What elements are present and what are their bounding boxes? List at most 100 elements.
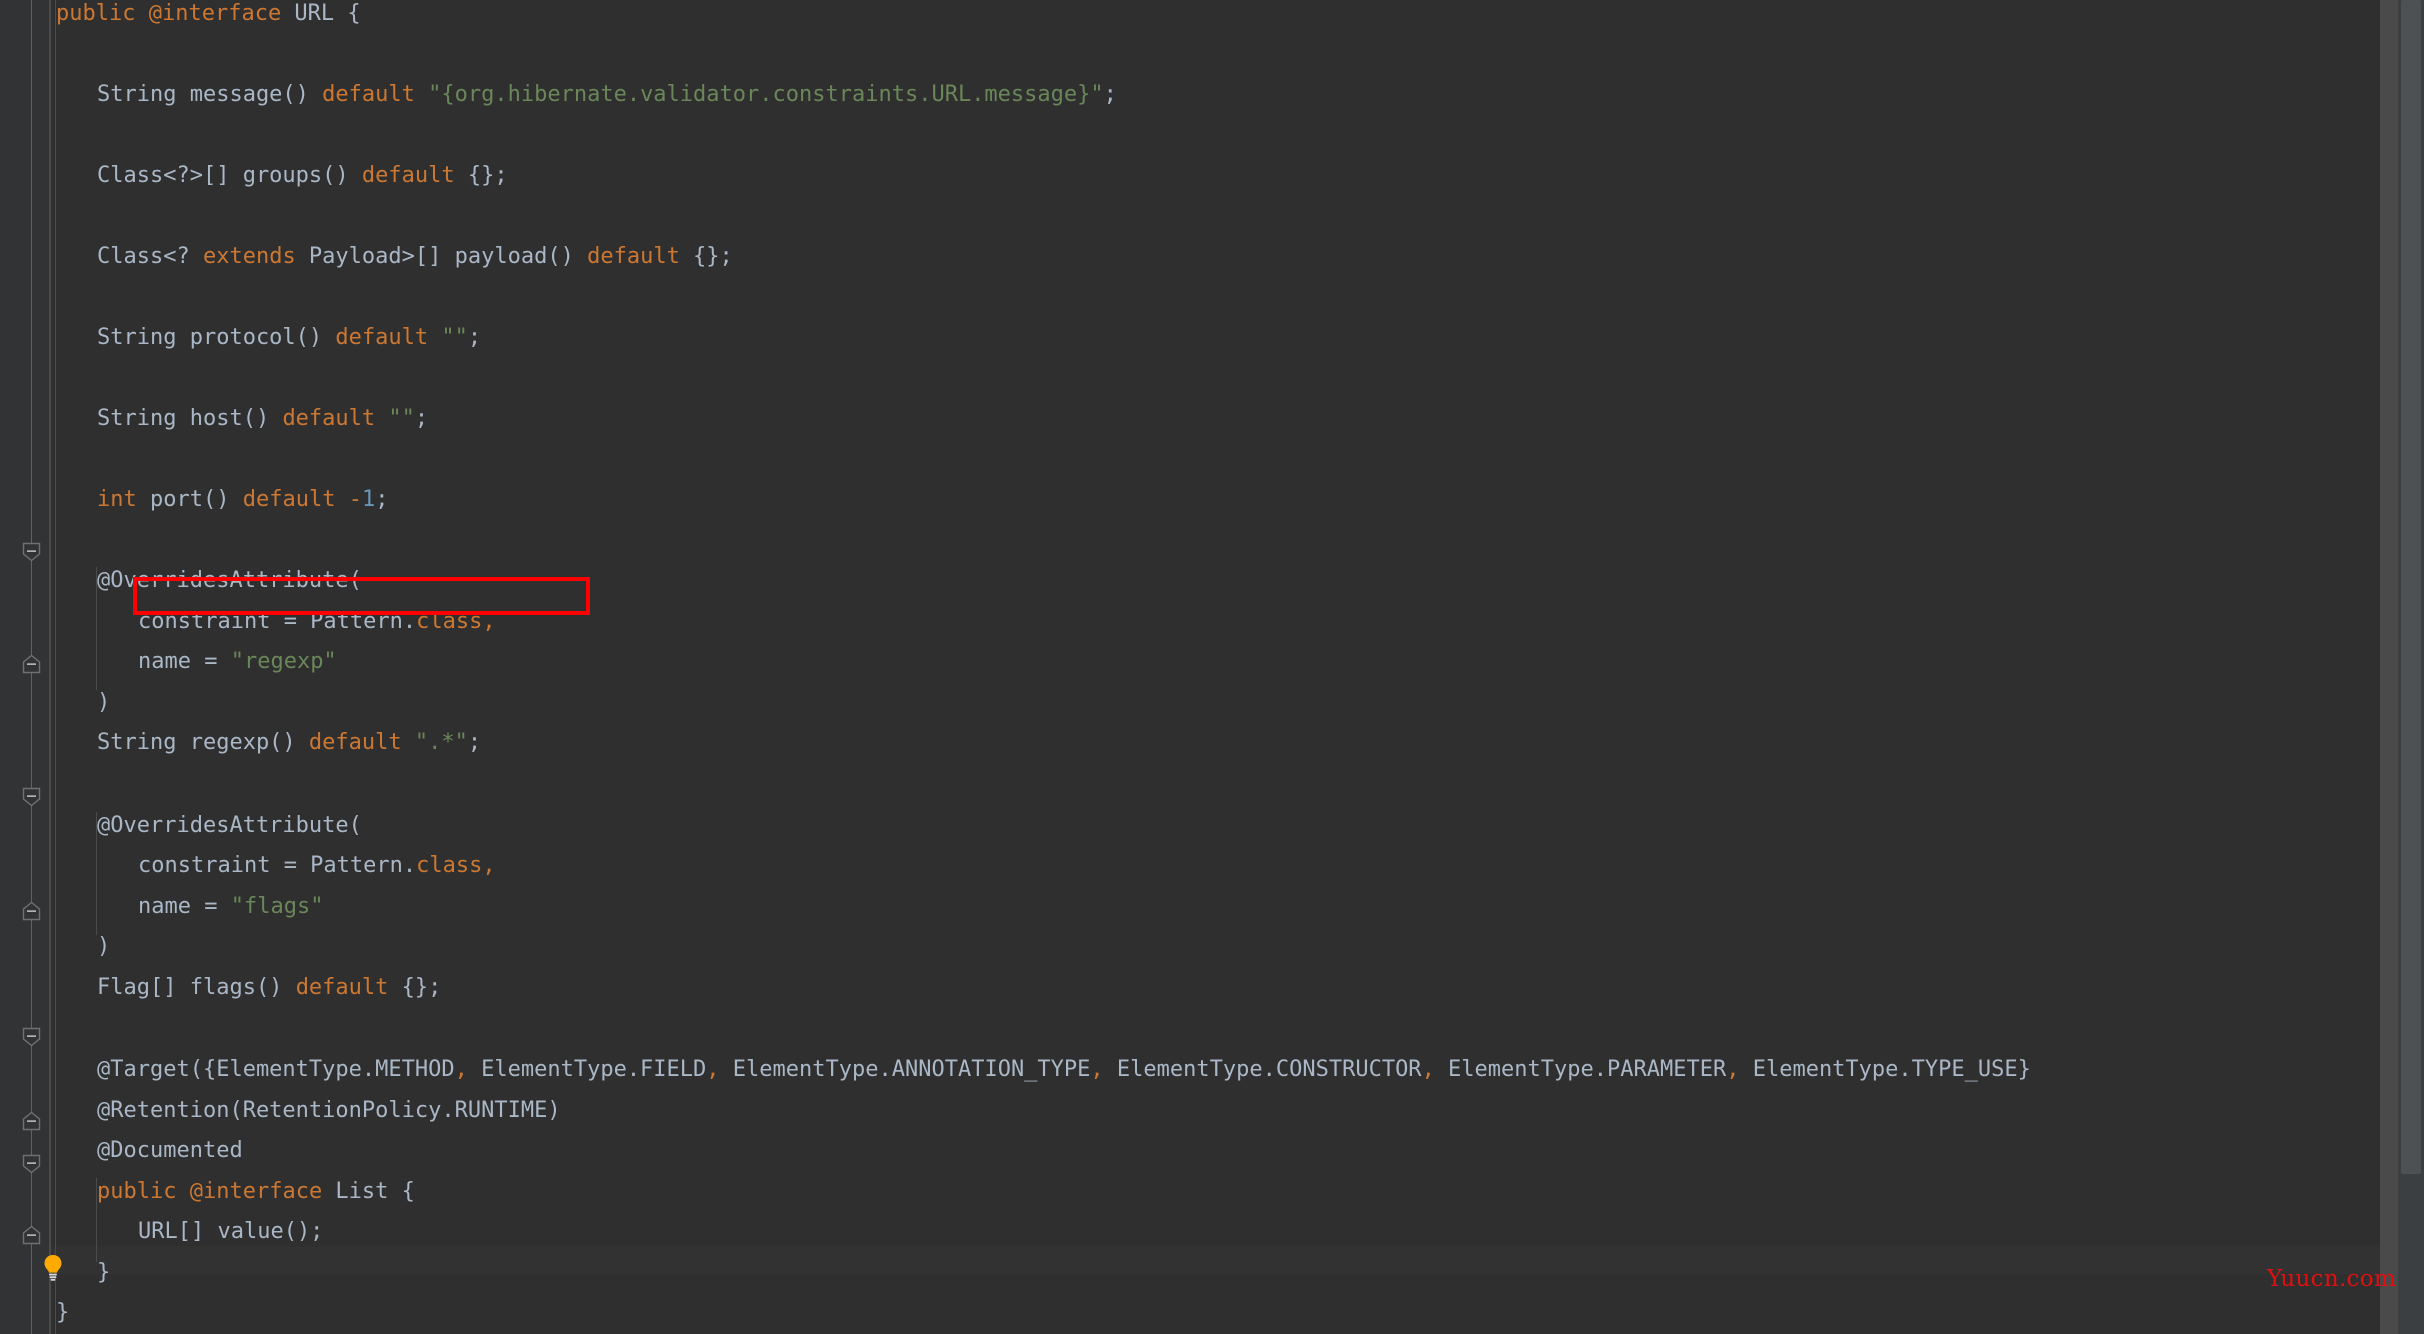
code-token: , <box>1726 1057 1740 1082</box>
code-token: int <box>97 487 137 512</box>
editor-right-margin <box>2380 0 2398 1334</box>
vertical-scrollbar-thumb[interactable] <box>2401 0 2421 1174</box>
code-token: Flag[] flags() <box>97 974 296 1000</box>
code-line[interactable]: String protocol() default ""; <box>97 324 481 351</box>
code-text-area[interactable]: public @interface URL { String message() … <box>51 0 2424 1334</box>
code-line[interactable]: constraint = Pattern.class, <box>138 608 496 635</box>
code-token: default <box>361 163 455 188</box>
code-token: ElementType.FIELD <box>467 1057 707 1082</box>
code-line[interactable]: constraint = Pattern.class, <box>138 852 496 879</box>
code-line[interactable]: @OverridesAttribute( <box>97 567 362 594</box>
code-line[interactable]: int port() default -1; <box>97 486 388 513</box>
fold-region-end-icon[interactable] <box>20 1224 43 1247</box>
code-line[interactable]: Class<?>[] groups() default {}; <box>97 162 508 189</box>
code-token: , <box>1421 1057 1435 1082</box>
code-token: {}; <box>454 163 508 188</box>
code-token: ; <box>1103 82 1117 107</box>
code-line[interactable]: ) <box>97 689 110 716</box>
code-token: ; <box>467 325 482 350</box>
code-token: port() <box>136 487 243 512</box>
code-token: "" <box>388 406 415 431</box>
code-line[interactable]: @Retention(RetentionPolicy.RUNTIME) <box>97 1097 561 1124</box>
code-line[interactable]: String message() default "{org.hibernate… <box>97 81 1117 108</box>
code-token: ElementType.ANNOTATION_TYPE <box>719 1057 1091 1082</box>
fold-collapse-icon[interactable] <box>20 1152 43 1175</box>
code-token: } <box>97 1259 111 1285</box>
code-token: Class<? <box>97 244 203 269</box>
code-token: , <box>1090 1057 1104 1082</box>
code-line[interactable]: name = "regexp" <box>138 648 337 675</box>
code-token: , <box>482 853 496 878</box>
watermark: Yuucn.com <box>2266 1266 2396 1292</box>
fold-region-end-icon[interactable] <box>20 1110 43 1133</box>
code-token: ; <box>467 730 482 755</box>
code-token: @OverridesAttribute( <box>97 568 362 593</box>
code-token: default <box>322 82 415 107</box>
code-token: Class<?>[] groups() <box>97 163 362 188</box>
code-token: @interface <box>189 1178 323 1204</box>
code-line[interactable]: Flag[] flags() default {}; <box>97 974 441 1001</box>
code-token: class <box>416 608 483 634</box>
code-line[interactable]: name = "flags" <box>138 893 323 920</box>
code-token: public <box>56 1 136 26</box>
code-token: "{org.hibernate.validator.constraints.UR… <box>428 82 1104 107</box>
code-line[interactable]: } <box>97 1259 110 1286</box>
code-token: } <box>56 1300 70 1325</box>
code-token: URL[] value(); <box>138 1219 324 1244</box>
fold-collapse-icon[interactable] <box>20 785 43 808</box>
code-token: ElementType.PARAMETER <box>1434 1057 1727 1082</box>
code-token: ElementType.CONSTRUCTOR <box>1103 1057 1422 1082</box>
fold-region-end-icon[interactable] <box>20 653 43 676</box>
code-line[interactable]: Class<? extends Payload>[] payload() def… <box>97 243 733 270</box>
code-token: List { <box>322 1178 415 1204</box>
code-line[interactable]: @OverridesAttribute( <box>97 812 362 839</box>
code-token: ElementType.TYPE_USE} <box>1739 1057 2031 1082</box>
code-token: @OverridesAttribute( <box>97 812 362 838</box>
code-line[interactable]: @Documented <box>97 1137 243 1164</box>
fold-collapse-icon[interactable] <box>20 540 43 563</box>
code-token: "flags" <box>230 893 324 919</box>
code-line[interactable]: ) <box>97 933 110 960</box>
code-token: @Documented <box>97 1138 243 1163</box>
code-line[interactable]: } <box>56 1299 69 1326</box>
code-line[interactable]: URL[] value(); <box>138 1218 323 1245</box>
code-line[interactable]: public @interface List { <box>97 1178 415 1205</box>
code-line[interactable]: String host() default ""; <box>97 405 428 432</box>
code-token: URL { <box>281 1 361 26</box>
code-token: @Target({ElementType.METHOD <box>97 1057 455 1082</box>
code-token: "" <box>441 325 468 350</box>
code-token: default <box>282 406 376 431</box>
fold-collapse-icon[interactable] <box>20 1025 43 1048</box>
code-token: String regexp() <box>97 730 309 755</box>
code-token: default <box>308 730 402 755</box>
code-token: name = <box>138 893 231 919</box>
fold-region-end-icon[interactable] <box>20 900 43 923</box>
code-editor[interactable]: public @interface URL { String message() … <box>0 0 2424 1334</box>
code-token: ) <box>97 689 111 715</box>
code-line[interactable]: String regexp() default ".*"; <box>97 729 481 756</box>
code-token: ; <box>375 487 389 512</box>
code-token: constraint = Pattern. <box>138 853 417 878</box>
lightbulb-icon[interactable] <box>38 1252 68 1282</box>
code-token: default <box>295 974 389 1000</box>
code-token: "regexp" <box>230 649 337 674</box>
code-token: String protocol() <box>97 325 336 350</box>
code-token: - <box>348 487 362 512</box>
code-token: {}; <box>679 244 733 269</box>
gutter-separator <box>49 0 51 1334</box>
code-line[interactable]: public @interface URL { <box>56 0 361 27</box>
code-token: , <box>454 1057 468 1082</box>
code-token: extends <box>202 244 296 269</box>
code-token: Payload>[] payload() <box>295 244 588 269</box>
code-token: constraint = Pattern. <box>138 608 417 634</box>
code-line[interactable]: @Target({ElementType.METHOD, ElementType… <box>97 1056 2031 1083</box>
code-token: @interface <box>148 1 282 26</box>
code-token: class <box>416 853 483 878</box>
code-token: 1 <box>361 487 376 512</box>
code-token: ; <box>414 406 429 431</box>
code-token: @Retention(RetentionPolicy.RUNTIME) <box>97 1097 561 1123</box>
